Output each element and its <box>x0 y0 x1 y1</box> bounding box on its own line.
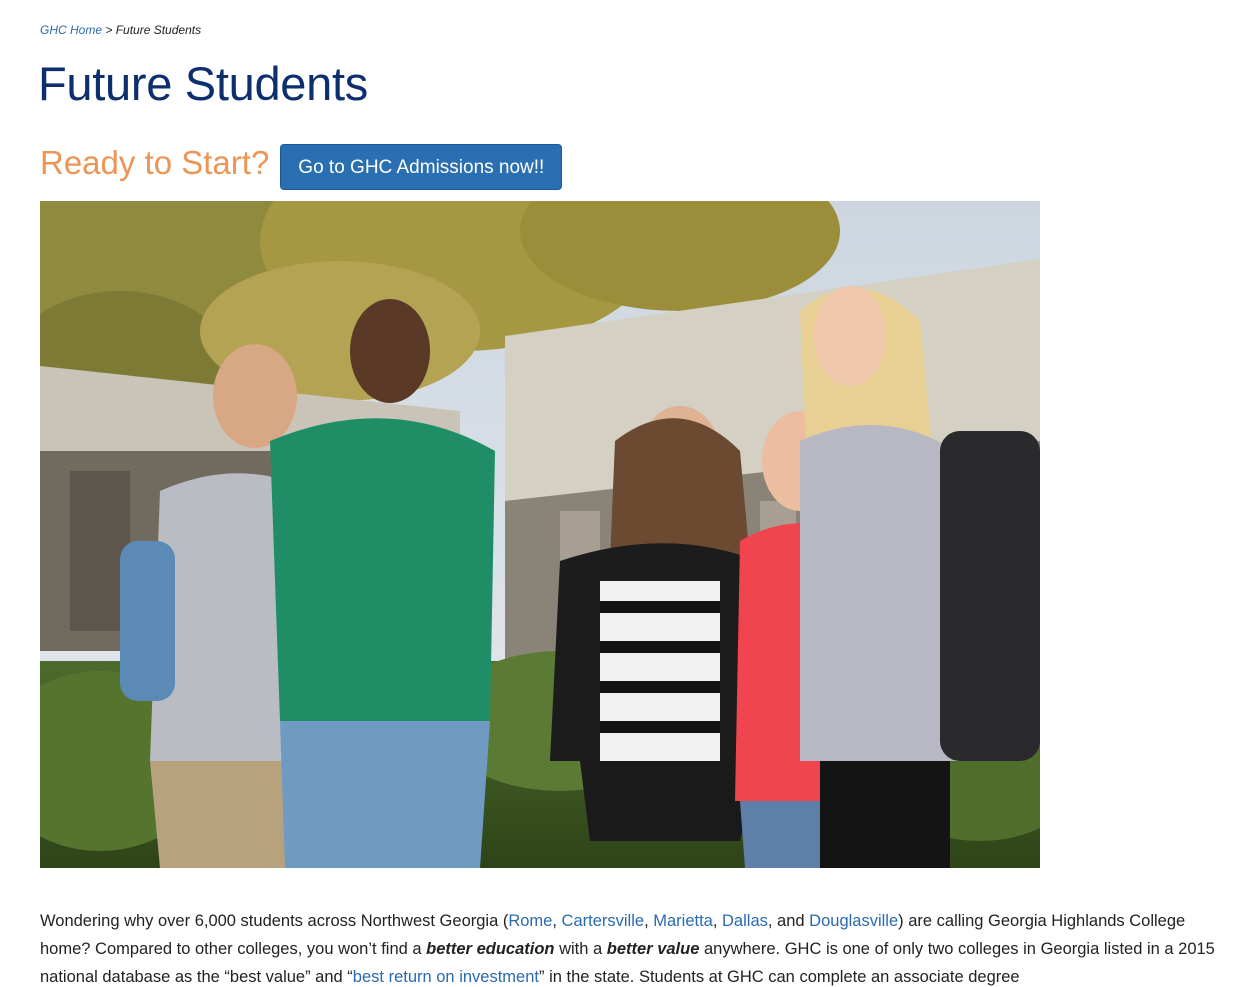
campus-link-marietta[interactable]: Marietta <box>653 912 713 930</box>
campus-link-douglasville[interactable]: Douglasville <box>809 912 898 930</box>
campus-link-dallas[interactable]: Dallas <box>722 912 768 930</box>
breadcrumb-current: Future Students <box>115 23 202 37</box>
admissions-button[interactable]: Go to GHC Admissions now!! <box>280 144 563 190</box>
intro-separator: , <box>552 912 562 930</box>
intro-separator: , <box>644 912 654 930</box>
best-return-link[interactable]: best return on investment <box>353 968 539 986</box>
breadcrumb-home-link[interactable]: GHC Home <box>40 23 102 37</box>
breadcrumb: GHC Home > Future Students <box>40 23 201 37</box>
intro-separator: , and <box>767 912 810 930</box>
intro-text: Wondering why over 6,000 students across… <box>40 912 509 930</box>
breadcrumb-separator: > <box>102 23 116 37</box>
campus-link-rome[interactable]: Rome <box>508 912 552 930</box>
intro-paragraph: Wondering why over 6,000 students across… <box>40 907 1240 987</box>
page: GHC Home > Future Students Future Studen… <box>0 0 1257 987</box>
ready-heading: Ready to Start? <box>40 144 270 181</box>
intro-text: ” in the state. Students at GHC can comp… <box>538 968 1020 986</box>
emphasis-better-value: better value <box>606 940 700 958</box>
intro-text: with a <box>554 940 607 958</box>
campus-link-cartersville[interactable]: Cartersville <box>562 912 645 930</box>
hero-image <box>40 201 1040 868</box>
ready-row: Ready to Start? Go to GHC Admissions now… <box>40 143 563 191</box>
emphasis-better-education: better education <box>426 940 555 958</box>
intro-separator: , <box>712 912 723 930</box>
page-title: Future Students <box>38 57 368 110</box>
